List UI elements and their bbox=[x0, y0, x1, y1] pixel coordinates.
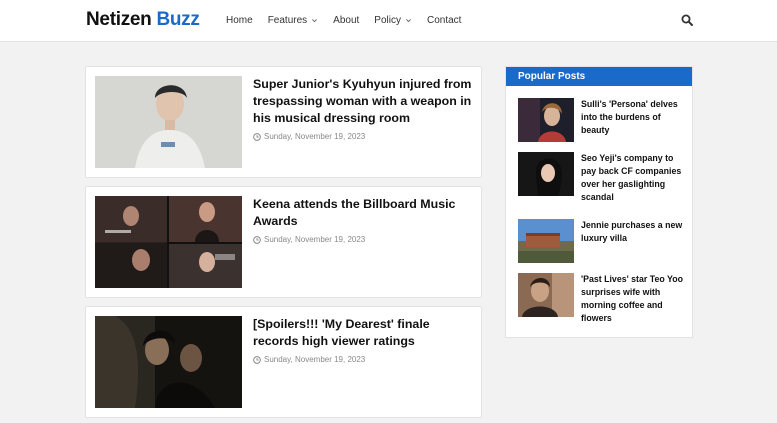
main-nav: Home Features About Policy Contact bbox=[226, 15, 476, 26]
nav-about[interactable]: About bbox=[333, 15, 359, 26]
popular-post-title[interactable]: Jennie purchases a new luxury villa bbox=[581, 219, 689, 245]
popular-post-thumbnail[interactable] bbox=[518, 152, 574, 196]
logo-text-buzz: Buzz bbox=[156, 9, 200, 30]
nav-about-label: About bbox=[333, 15, 360, 26]
post-date-text: Sunday, November 19, 2023 bbox=[264, 235, 366, 244]
post-card: [Spoilers!!! 'My Dearest' finale records… bbox=[85, 306, 482, 418]
site-logo[interactable]: Netizen Buzz bbox=[86, 9, 200, 31]
post-thumbnail[interactable] bbox=[95, 76, 242, 168]
chevron-down-icon bbox=[406, 19, 411, 23]
nav-home[interactable]: Home bbox=[226, 15, 253, 26]
popular-posts-widget: Popular Posts Sulli's 'Persona' delves i… bbox=[505, 66, 693, 338]
post-date: Sunday, November 19, 2023 bbox=[253, 132, 365, 141]
nav-home-label: Home bbox=[226, 15, 253, 26]
popular-post-title[interactable]: 'Past Lives' star Teo Yoo surprises wife… bbox=[581, 273, 689, 325]
nav-features[interactable]: Features bbox=[268, 15, 318, 26]
post-date: Sunday, November 19, 2023 bbox=[253, 355, 365, 364]
post-title[interactable]: Keena attends the Billboard Music Awards bbox=[253, 196, 475, 230]
popular-post-title[interactable]: Sulli's 'Persona' delves into the burden… bbox=[581, 98, 689, 137]
post-date-text: Sunday, November 19, 2023 bbox=[264, 355, 366, 364]
clock-icon bbox=[253, 132, 261, 141]
popular-post-thumbnail[interactable] bbox=[518, 219, 574, 263]
nav-contact-label: Contact bbox=[426, 15, 462, 26]
nav-policy-label: Policy bbox=[374, 15, 401, 26]
nav-features-label: Features bbox=[267, 15, 308, 26]
post-card: Keena attends the Billboard Music Awards… bbox=[85, 186, 482, 298]
post-date-text: Sunday, November 19, 2023 bbox=[264, 132, 366, 141]
post-title[interactable]: [Spoilers!!! 'My Dearest' finale records… bbox=[253, 316, 475, 350]
chevron-down-icon bbox=[312, 19, 318, 23]
popular-post-thumbnail[interactable] bbox=[518, 273, 574, 317]
search-icon[interactable] bbox=[681, 14, 693, 26]
post-card: Super Junior's Kyuhyun injured from tres… bbox=[85, 66, 482, 178]
popular-posts-heading: Popular Posts bbox=[506, 67, 692, 86]
clock-icon bbox=[253, 235, 261, 244]
clock-icon bbox=[253, 355, 261, 364]
post-thumbnail[interactable] bbox=[95, 196, 242, 288]
popular-post-thumbnail[interactable] bbox=[518, 98, 574, 142]
nav-policy[interactable]: Policy bbox=[374, 15, 412, 26]
nav-contact[interactable]: Contact bbox=[427, 15, 461, 26]
post-date: Sunday, November 19, 2023 bbox=[253, 235, 365, 244]
logo-text-netizen: Netizen bbox=[86, 9, 152, 30]
site-header: Netizen Buzz Home Features About Policy … bbox=[0, 0, 777, 42]
popular-post-title[interactable]: Seo Yeji's company to pay back CF compan… bbox=[581, 152, 689, 204]
post-thumbnail[interactable] bbox=[95, 316, 242, 408]
post-title[interactable]: Super Junior's Kyuhyun injured from tres… bbox=[253, 76, 475, 127]
